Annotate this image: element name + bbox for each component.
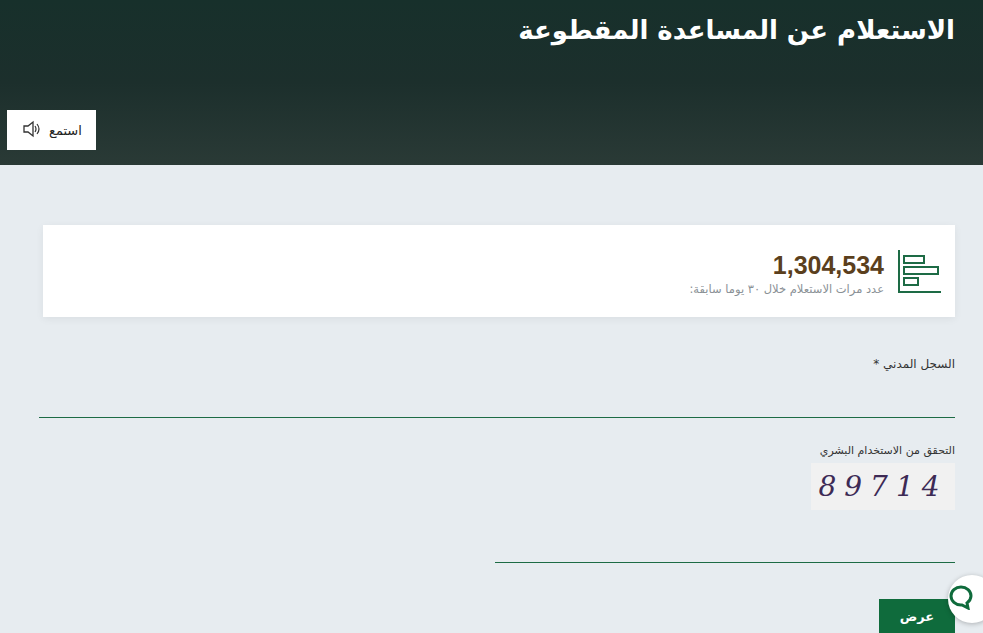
stats-text: 1,304,534 عدد مرات الاستعلام خلال ٣٠ يوما… <box>689 250 884 296</box>
page-title: الاستعلام عن المساعدة المقطوعة <box>7 14 955 48</box>
listen-label: استمع <box>49 123 82 138</box>
speaker-icon <box>21 119 41 142</box>
inquiry-caption: عدد مرات الاستعلام خلال ٣٠ يوما سابقة: <box>689 282 884 296</box>
main-content: 1,304,534 عدد مرات الاستعلام خلال ٣٠ يوما… <box>0 165 983 633</box>
inquiry-count: 1,304,534 <box>689 250 884 280</box>
bar-chart-icon <box>896 248 942 298</box>
submit-row: عرض <box>43 599 955 633</box>
civil-id-input[interactable] <box>39 379 955 418</box>
civil-id-label: السجل المدني * <box>43 357 955 371</box>
captcha-image: 89714 <box>811 463 955 510</box>
stats-card: 1,304,534 عدد مرات الاستعلام خلال ٣٠ يوما… <box>43 225 955 317</box>
captcha-input[interactable] <box>495 524 955 563</box>
submit-button[interactable]: عرض <box>879 599 955 633</box>
page-header: الاستعلام عن المساعدة المقطوعة استمع <box>0 0 983 165</box>
chat-bubble-icon <box>948 584 974 614</box>
captcha-label: التحقق من الاستخدام البشري <box>43 444 955 457</box>
listen-button[interactable]: استمع <box>7 110 96 150</box>
